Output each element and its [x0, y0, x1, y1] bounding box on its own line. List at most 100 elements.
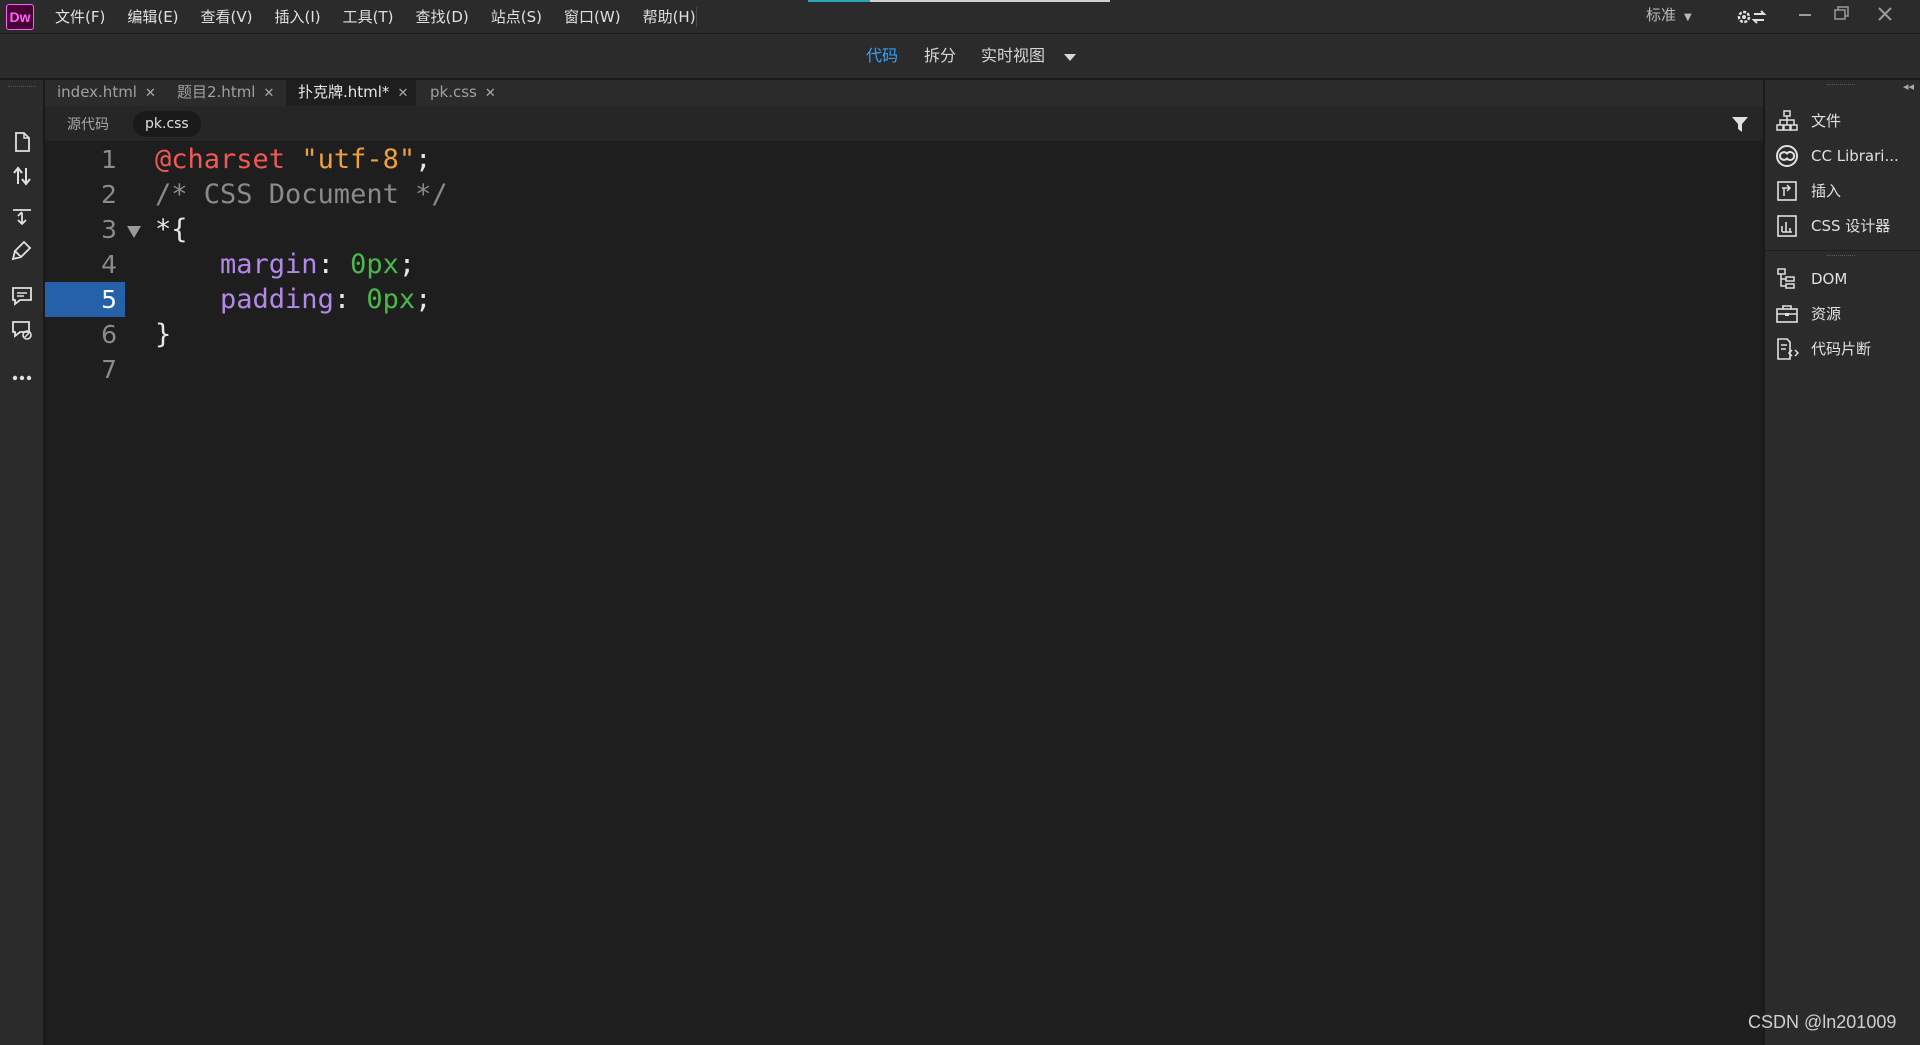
panel-assets-label: 资源 — [1811, 305, 1842, 323]
panel-assets[interactable]: 资源 — [1775, 299, 1915, 329]
menu-window[interactable]: 窗口(W) — [553, 0, 632, 34]
tab-label: pk.css — [430, 83, 477, 101]
code-token: 0px — [350, 249, 399, 280]
close-tab-icon[interactable]: ✕ — [263, 86, 274, 101]
tab-label: 扑克牌.html* — [298, 83, 390, 101]
related-files-bar: 源代码 pk.css — [45, 106, 1763, 142]
collapse-panel-icon[interactable]: ◂◂ — [1903, 80, 1914, 93]
panel-grip[interactable] — [1827, 84, 1855, 85]
line-number[interactable]: 6 — [45, 317, 125, 352]
tab-pk-css[interactable]: pk.css ✕ — [418, 80, 510, 106]
tab-timu2-html[interactable]: 题目2.html ✕ — [165, 80, 284, 106]
tab-index-html[interactable]: index.html ✕ — [45, 80, 163, 106]
panel-insert-label: 插入 — [1811, 182, 1842, 200]
cc-libraries-icon — [1776, 145, 1798, 167]
panel-dom[interactable]: DOM — [1775, 264, 1915, 294]
toolbar-grip[interactable] — [8, 86, 36, 88]
view-switcher-bar: 代码 拆分 实时视图 — [0, 34, 1920, 80]
panel-snippets-label: 代码片断 — [1811, 340, 1872, 358]
files-icon — [1776, 110, 1798, 131]
related-file-source-code[interactable]: 源代码 — [67, 114, 109, 134]
workspace-switcher[interactable]: 标准 ▼ — [1646, 0, 1692, 30]
comment-icon[interactable] — [10, 284, 34, 308]
code-token: padding — [220, 284, 334, 315]
filter-icon[interactable] — [1731, 116, 1749, 133]
left-toolbar — [0, 80, 45, 1045]
panel-css-designer[interactable]: CSS 设计器 — [1775, 211, 1915, 241]
code-token: : — [317, 249, 351, 280]
tab-label: index.html — [57, 83, 137, 101]
code-token: : — [333, 284, 367, 315]
file-transfer-icon[interactable] — [10, 164, 34, 188]
format-source-icon[interactable] — [10, 238, 34, 262]
panel-cc-libraries-label: CC Librari... — [1811, 147, 1899, 165]
code-token: ; — [415, 144, 432, 175]
code-line[interactable]: padding: 0px; — [155, 282, 431, 317]
panel-css-designer-label: CSS 设计器 — [1811, 217, 1891, 235]
dreamweaver-logo-icon: Dw — [6, 4, 34, 30]
code-view-button[interactable]: 代码 — [866, 44, 898, 68]
close-icon[interactable] — [1870, 2, 1900, 26]
panel-insert[interactable]: 插入 — [1775, 176, 1915, 206]
expand-collapse-icon[interactable] — [10, 204, 34, 228]
panel-files[interactable]: 文件 — [1775, 106, 1915, 136]
live-view-button[interactable]: 实时视图 — [981, 44, 1045, 68]
code-token: } — [155, 319, 172, 350]
panel-dom-label: DOM — [1811, 270, 1848, 288]
code-editor[interactable]: 1234567 @charset "utf-8";/* CSS Document… — [45, 142, 1763, 1045]
panel-cc-libraries[interactable]: CC Librari... — [1775, 141, 1915, 171]
menu-separator — [696, 7, 697, 27]
snippets-icon — [1777, 338, 1799, 360]
menu-find[interactable]: 查找(D) — [405, 0, 480, 34]
fold-toggle-icon[interactable] — [127, 226, 141, 238]
code-line[interactable]: margin: 0px; — [155, 247, 415, 282]
panel-grip[interactable] — [1827, 255, 1855, 256]
live-view-dropdown-icon[interactable] — [1064, 54, 1076, 61]
menu-site[interactable]: 站点(S) — [480, 0, 553, 34]
related-file-pk-css[interactable]: pk.css — [133, 111, 201, 137]
menu-edit[interactable]: 编辑(E) — [116, 0, 189, 34]
code-line[interactable]: @charset "utf-8"; — [155, 142, 431, 177]
line-number[interactable]: 7 — [45, 352, 125, 387]
code-token: ; — [415, 284, 432, 315]
code-token: *{ — [155, 214, 188, 245]
line-number[interactable]: 4 — [45, 247, 125, 282]
progress-indicator-fill — [808, 0, 870, 2]
menu-file[interactable]: 文件(F) — [44, 0, 116, 34]
minimize-icon[interactable] — [1790, 2, 1820, 26]
code-token: 0px — [366, 284, 416, 315]
title-bar: Dw 文件(F) 编辑(E) 查看(V) 插入(I) 工具(T) 查找(D) 站… — [0, 0, 1920, 34]
close-tab-icon[interactable]: ✕ — [485, 86, 496, 101]
menu-view[interactable]: 查看(V) — [190, 0, 264, 34]
code-line[interactable]: /* CSS Document */ — [155, 177, 448, 212]
close-tab-icon[interactable]: ✕ — [397, 86, 408, 101]
split-view-button[interactable]: 拆分 — [924, 44, 956, 68]
watermark: CSDN @ln201009 — [1748, 1012, 1897, 1032]
panel-snippets[interactable]: 代码片断 — [1775, 334, 1915, 364]
code-line[interactable]: *{ — [155, 212, 188, 247]
code-token: /* CSS Document */ — [155, 179, 448, 210]
panel-files-label: 文件 — [1811, 112, 1842, 130]
right-panel-dock: ◂◂ 文件 CC Librari... 插入 CSS 设计器 DOM 资源 代码… — [1763, 80, 1920, 1045]
insert-icon — [1777, 181, 1797, 201]
open-document-icon[interactable] — [10, 130, 34, 154]
sync-settings-icon[interactable] — [1736, 8, 1768, 26]
menu-bar: 文件(F) 编辑(E) 查看(V) 插入(I) 工具(T) 查找(D) 站点(S… — [44, 0, 707, 34]
tab-label: 题目2.html — [177, 83, 256, 101]
menu-insert[interactable]: 插入(I) — [264, 0, 332, 34]
restore-icon[interactable] — [1826, 2, 1856, 26]
line-number[interactable]: 1 — [45, 142, 125, 177]
line-number[interactable]: 3 — [45, 212, 125, 247]
menu-tools[interactable]: 工具(T) — [332, 0, 405, 34]
line-number[interactable]: 2 — [45, 177, 125, 212]
line-number[interactable]: 5 — [45, 282, 125, 317]
remove-comment-icon[interactable] — [10, 318, 34, 342]
tab-pukepai-html[interactable]: 扑克牌.html* ✕ — [286, 80, 416, 106]
code-line[interactable]: } — [155, 317, 171, 352]
dom-icon — [1777, 268, 1795, 289]
code-token: ; — [398, 249, 416, 280]
more-tools-icon[interactable] — [10, 366, 34, 390]
close-tab-icon[interactable]: ✕ — [145, 86, 156, 101]
